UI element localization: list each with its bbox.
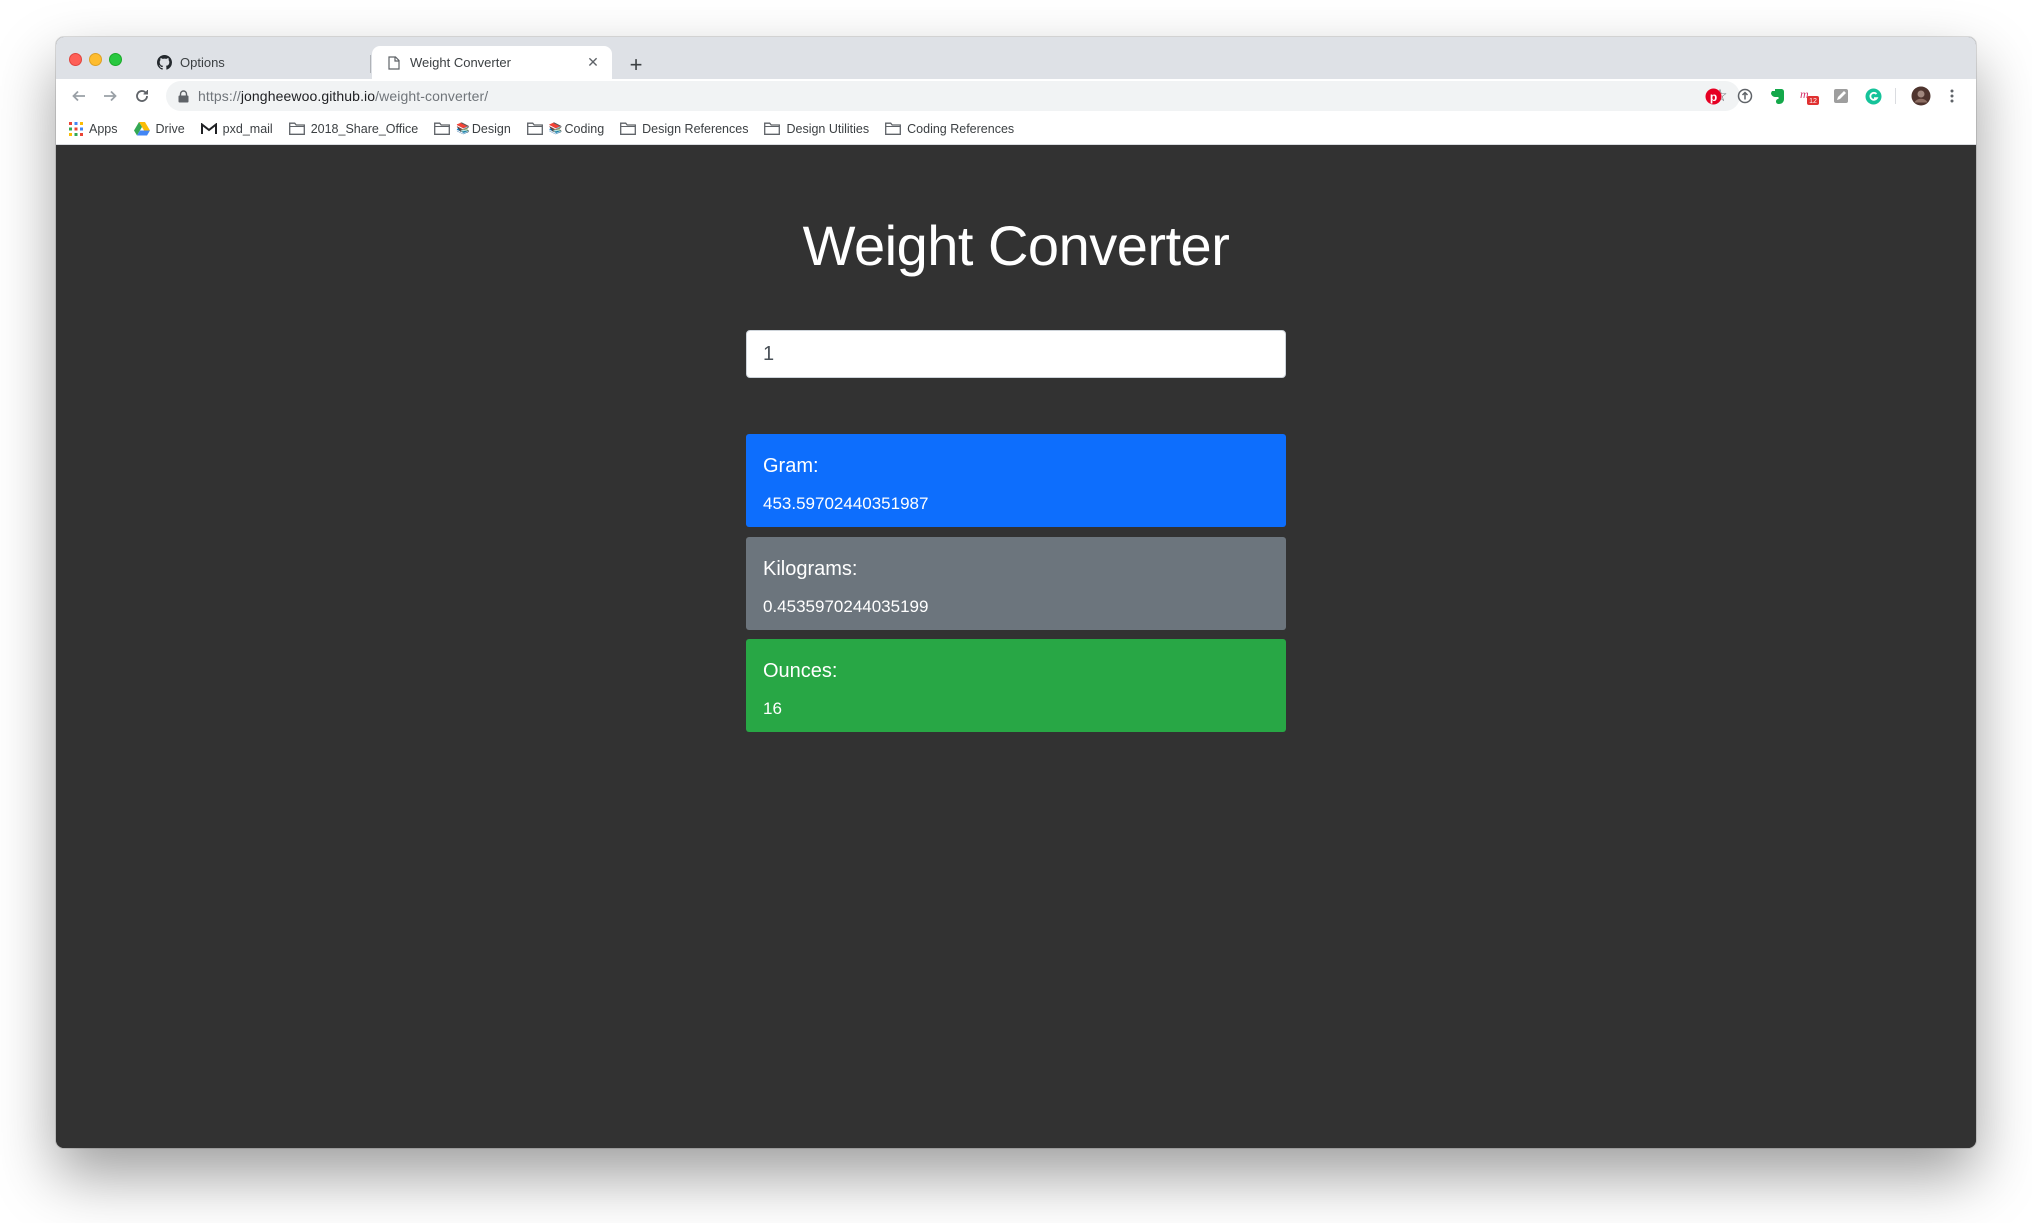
page-icon [386,55,402,71]
tab-divider [370,55,371,73]
bookmark-folder-design[interactable]: 📚 Design [434,122,511,136]
folder-icon [620,122,637,135]
gmail-icon [200,122,217,135]
pounds-input[interactable] [746,330,1286,378]
browser-window: Options ✕ Weight Converter ✕ + https:// [56,37,1976,1148]
forward-arrow-icon[interactable] [97,83,123,109]
tab-weight-converter[interactable]: Weight Converter ✕ [372,46,612,79]
bookmark-apps[interactable]: Apps [69,121,118,136]
ounces-value: 16 [763,699,782,718]
bookmark-label: Drive [155,121,185,136]
bookmark-label: Coding [564,121,605,136]
pen-icon[interactable] [1831,86,1851,106]
folder-icon [434,122,451,135]
bookmark-label: Design Utilities [786,121,870,136]
window-close-button[interactable] [69,53,82,66]
kilograms-result-card: Kilograms: 0.4535970244035199 [746,537,1286,630]
new-tab-plus-icon[interactable]: + [622,51,650,79]
tab-strip: Options ✕ Weight Converter ✕ + [56,37,1976,79]
mail-badge-icon[interactable]: m 12 [1799,86,1819,106]
tab-title: Weight Converter [410,55,511,70]
books-emoji-icon: 📚 [548,123,563,135]
bookmark-label: Apps [89,121,118,136]
browser-toolbar: https://jongheewoo.github.io/weight-conv… [56,79,1976,113]
bookmark-folder-design-utilities[interactable]: Design Utilities [764,122,869,136]
back-arrow-icon[interactable] [66,83,92,109]
bookmark-folder-coding[interactable]: 📚 Coding [526,121,605,136]
github-icon [156,55,172,71]
drive-icon [133,121,150,136]
bookmark-drive[interactable]: Drive [133,121,185,136]
kilograms-label: Kilograms: [763,558,858,580]
page-title: Weight Converter [802,214,1230,277]
gram-result-card: Gram: 453.59702440351987 [746,434,1286,527]
toolbar-divider [1895,88,1896,104]
ounces-label: Ounces: [763,660,838,682]
pinterest-icon[interactable]: p [1703,86,1723,106]
kilograms-value: 0.4535970244035199 [763,597,929,616]
apps-grid-icon [69,121,83,136]
url-path: /weight-converter/ [375,88,489,104]
lock-icon [178,89,189,103]
more-menu-icon[interactable] [1942,86,1962,106]
profile-avatar[interactable] [1911,86,1931,106]
grammarly-icon[interactable] [1863,86,1883,106]
folder-icon [764,122,781,135]
reload-icon[interactable] [129,83,155,109]
bookmark-pxd-mail[interactable]: pxd_mail [200,121,273,136]
folder-icon [526,122,543,135]
bookmark-label: 2018_Share_Office [310,121,419,136]
address-bar[interactable]: https://jongheewoo.github.io/weight-conv… [166,81,1740,111]
folder-icon [885,122,902,135]
folder-icon [288,122,305,135]
bookmark-label: pxd_mail [222,121,273,136]
bookmark-label: Design [471,121,511,136]
close-icon[interactable]: ✕ [584,54,602,72]
url-host: jongheewoo.github.io [240,88,376,104]
url-text: https://jongheewoo.github.io/weight-conv… [198,88,488,104]
tab-title: Options [180,55,225,70]
evernote-icon[interactable] [1767,86,1787,106]
gram-label: Gram: [763,455,819,477]
url-scheme: https:// [198,88,241,104]
bookmark-folder-design-references[interactable]: Design References [620,122,748,136]
ounces-result-card: Ounces: 16 [746,639,1286,732]
extension-badge-count: 12 [1809,98,1817,105]
bookmark-label: Design References [642,121,749,136]
extension-circle-icon[interactable] [1735,86,1755,106]
bookmarks-bar: Apps Drive pxd_mail 2018_Share_Office 📚 [56,113,1976,145]
svg-text:p: p [1709,90,1716,104]
gram-value: 453.59702440351987 [763,494,929,513]
bookmark-folder-coding-references[interactable]: Coding References [885,122,1014,136]
page-content: Weight Converter Gram: 453.5970244035198… [56,145,1976,1148]
window-maximize-button[interactable] [109,53,122,66]
bookmark-label: Coding References [907,121,1015,136]
window-minimize-button[interactable] [89,53,102,66]
bookmark-folder-share-office[interactable]: 2018_Share_Office [288,121,419,136]
books-emoji-icon: 📚 [456,123,470,135]
